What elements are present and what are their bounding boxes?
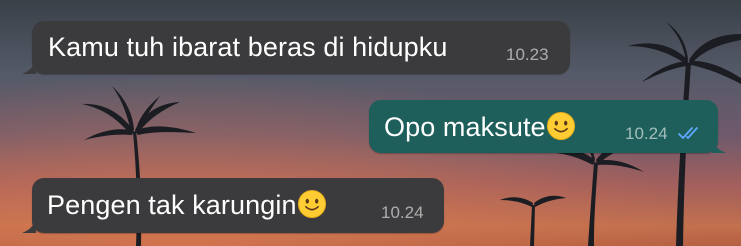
message-timestamp: 10.24: [625, 124, 668, 143]
message-text: Kamu tuh ibarat beras di hidupku: [48, 32, 448, 62]
slightly-smiling-face-icon: [546, 111, 575, 141]
message-timestamp: 10.24: [381, 203, 424, 222]
slightly-smiling-face-icon: [297, 189, 326, 219]
message-text: Pengen tak karungin: [47, 189, 327, 220]
read-double-check-icon: [678, 127, 698, 139]
outgoing-message-bubble[interactable]: Opo maksute 10.24: [369, 100, 718, 153]
incoming-message-bubble[interactable]: Pengen tak karungin 10.24: [32, 178, 444, 233]
message-text: Opo maksute: [384, 111, 576, 142]
message-text-content: Opo maksute: [384, 112, 546, 142]
outgoing-bubble-tail: [712, 139, 726, 153]
incoming-message-bubble[interactable]: Kamu tuh ibarat beras di hidupku 10.23: [32, 21, 570, 74]
incoming-bubble-tail: [22, 60, 36, 74]
incoming-bubble-tail: [22, 219, 36, 233]
message-text-content: Pengen tak karungin: [47, 190, 297, 220]
message-timestamp: 10.23: [506, 45, 549, 64]
